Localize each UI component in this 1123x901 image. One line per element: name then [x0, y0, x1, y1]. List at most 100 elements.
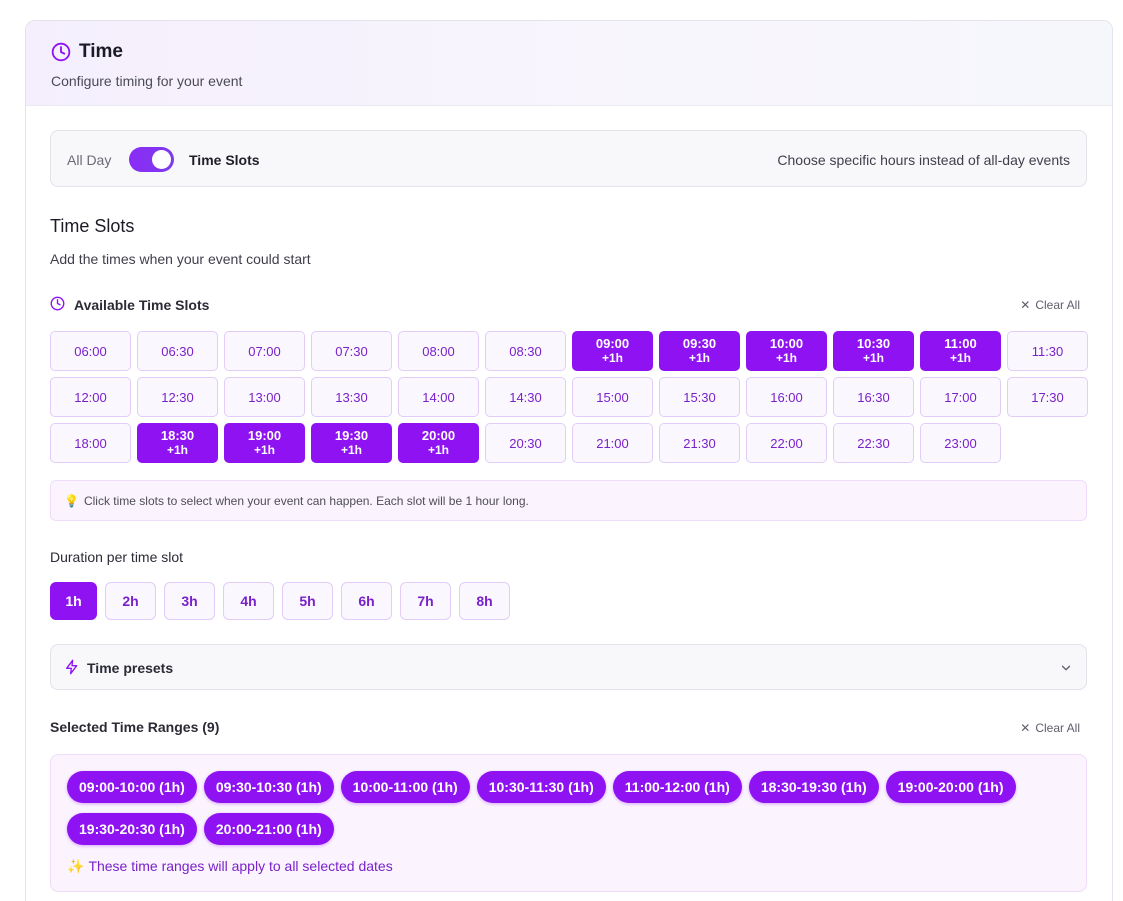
time-slot-1300[interactable]: 13:00: [224, 377, 305, 417]
clear-ranges-button[interactable]: ✕ Clear All: [1020, 721, 1080, 735]
time-slot-1800[interactable]: 18:00: [50, 423, 131, 463]
range-chip[interactable]: 20:00-21:00 (1h): [203, 813, 334, 845]
time-presets-accordion[interactable]: Time presets: [50, 644, 1087, 690]
time-slot-2230[interactable]: 22:30: [833, 423, 914, 463]
time-slot-label: 07:00: [248, 343, 281, 359]
time-slot-duration: +1h: [862, 351, 884, 365]
time-slot-0730[interactable]: 07:30: [311, 331, 392, 371]
time-slots-subtitle: Add the times when your event could star…: [50, 251, 311, 267]
range-chip[interactable]: 11:00-12:00 (1h): [612, 771, 742, 803]
time-slot-1530[interactable]: 15:30: [659, 377, 740, 417]
time-slot-label: 18:30: [160, 428, 195, 443]
selected-ranges-box: 09:00-10:00 (1h) 09:30-10:30 (1h) 10:00-11…: [50, 754, 1087, 892]
time-slot-label: 12:00: [74, 389, 107, 405]
time-slot-1400[interactable]: 14:00: [398, 377, 479, 417]
time-slot-label: 10:30: [856, 336, 891, 351]
range-chip[interactable]: 10:30-11:30 (1h): [476, 771, 606, 803]
time-slot-label: 08:00: [422, 343, 455, 359]
time-slot-label: 15:30: [683, 389, 716, 405]
time-slot-2200[interactable]: 22:00: [746, 423, 827, 463]
time-slot-label: 21:00: [596, 435, 629, 451]
duration-option-3h[interactable]: 3h: [164, 582, 215, 620]
duration-option-7h[interactable]: 7h: [400, 582, 451, 620]
time-slot-label: 14:30: [509, 389, 542, 405]
mode-switch[interactable]: [129, 147, 174, 172]
time-slot-2300[interactable]: 23:00: [920, 423, 1001, 463]
time-slot-label: 06:00: [74, 343, 107, 359]
card-body: All Day Time Slots Choose specific hours…: [25, 20, 1113, 901]
time-slot-1200[interactable]: 12:00: [50, 377, 131, 417]
time-slot-label: 12:30: [161, 389, 194, 405]
time-slot-2000[interactable]: 20:00 +1h: [398, 423, 479, 463]
time-slot-1830[interactable]: 18:30 +1h: [137, 423, 218, 463]
range-chip[interactable]: 19:00-20:00 (1h): [885, 771, 1016, 803]
duration-option-5h[interactable]: 5h: [282, 582, 333, 620]
clear-slots-label: Clear All: [1035, 298, 1080, 312]
time-slot-duration: +1h: [427, 443, 449, 457]
close-icon: ✕: [1020, 721, 1031, 735]
time-slot-1900[interactable]: 19:00 +1h: [224, 423, 305, 463]
time-slot-0600[interactable]: 06:00: [50, 331, 131, 371]
available-slots-label: Available Time Slots: [74, 297, 210, 313]
time-slot-0800[interactable]: 08:00: [398, 331, 479, 371]
time-slot-0700[interactable]: 07:00: [224, 331, 305, 371]
time-slot-label: 13:00: [248, 389, 281, 405]
time-slot-1700[interactable]: 17:00: [920, 377, 1001, 417]
time-slot-1730[interactable]: 17:30: [1007, 377, 1088, 417]
time-slot-label: 09:30: [682, 336, 717, 351]
time-slot-label: 09:00: [595, 336, 630, 351]
time-slot-2030[interactable]: 20:30: [485, 423, 566, 463]
duration-option-2h[interactable]: 2h: [105, 582, 156, 620]
ranges-note: ✨ These time ranges will apply to all sel…: [67, 858, 393, 875]
time-slot-2100[interactable]: 21:00: [572, 423, 653, 463]
lightbulb-icon: 💡: [64, 494, 79, 508]
range-chip[interactable]: 19:30-20:30 (1h): [67, 813, 197, 845]
duration-option-1h[interactable]: 1h: [50, 582, 97, 620]
all-day-label: All Day: [67, 152, 112, 168]
time-slots-title: Time Slots: [50, 216, 135, 236]
time-slot-1630[interactable]: 16:30: [833, 377, 914, 417]
time-slot-1030[interactable]: 10:30 +1h: [833, 331, 914, 371]
time-slot-0630[interactable]: 06:30: [137, 331, 218, 371]
time-slot-label: 16:00: [770, 389, 803, 405]
time-slot-0830[interactable]: 08:30: [485, 331, 566, 371]
range-chip[interactable]: 18:30-19:30 (1h): [748, 771, 879, 803]
time-slot-1330[interactable]: 13:30: [311, 377, 392, 417]
time-slot-1230[interactable]: 12:30: [137, 377, 218, 417]
time-slot-label: 23:00: [944, 435, 977, 451]
time-slot-2130[interactable]: 21:30: [659, 423, 740, 463]
duration-option-8h[interactable]: 8h: [459, 582, 510, 620]
clear-ranges-label: Clear All: [1035, 721, 1080, 735]
range-chips: 09:00-10:00 (1h) 09:30-10:30 (1h) 10:00-11…: [67, 771, 1077, 845]
time-slot-1130[interactable]: 11:30: [1007, 331, 1088, 371]
time-slot-duration: +1h: [340, 443, 362, 457]
duration-option-4h[interactable]: 4h: [223, 582, 274, 620]
time-slot-1930[interactable]: 19:30 +1h: [311, 423, 392, 463]
duration-label: Duration per time slot: [50, 549, 184, 565]
time-slot-label: 11:30: [1031, 343, 1064, 359]
time-slot-label: 11:00: [944, 336, 977, 351]
time-slot-0900[interactable]: 09:00 +1h: [572, 331, 653, 371]
time-slot-duration: +1h: [166, 443, 188, 457]
range-chip[interactable]: 09:30-10:30 (1h): [203, 771, 334, 803]
range-chip[interactable]: 09:00-10:00 (1h): [67, 771, 197, 803]
time-slot-0930[interactable]: 09:30 +1h: [659, 331, 740, 371]
range-chip[interactable]: 10:00-11:00 (1h): [340, 771, 470, 803]
time-slot-label: 08:30: [509, 343, 542, 359]
time-slot-1100[interactable]: 11:00 +1h: [920, 331, 1001, 371]
selected-ranges-title: Selected Time Ranges (9): [50, 719, 220, 735]
time-slot-1430[interactable]: 14:30: [485, 377, 566, 417]
time-slot-1000[interactable]: 10:00 +1h: [746, 331, 827, 371]
slot-tip: 💡 Click time slots to select when your ev…: [50, 480, 1087, 521]
time-slot-1600[interactable]: 16:00: [746, 377, 827, 417]
close-icon: ✕: [1020, 298, 1031, 312]
time-slot-1500[interactable]: 15:00: [572, 377, 653, 417]
time-slot-duration: +1h: [253, 443, 275, 457]
clear-slots-button[interactable]: ✕ Clear All: [1020, 298, 1080, 312]
time-slot-label: 17:30: [1031, 389, 1064, 405]
duration-option-6h[interactable]: 6h: [341, 582, 392, 620]
time-slot-label: 07:30: [335, 343, 368, 359]
slot-tip-text: Click time slots to select when your eve…: [83, 494, 529, 508]
time-slot-label: 20:30: [509, 435, 542, 451]
duration-options: 1h 2h 3h 4h 5h 6h 7h 8h: [50, 582, 510, 620]
